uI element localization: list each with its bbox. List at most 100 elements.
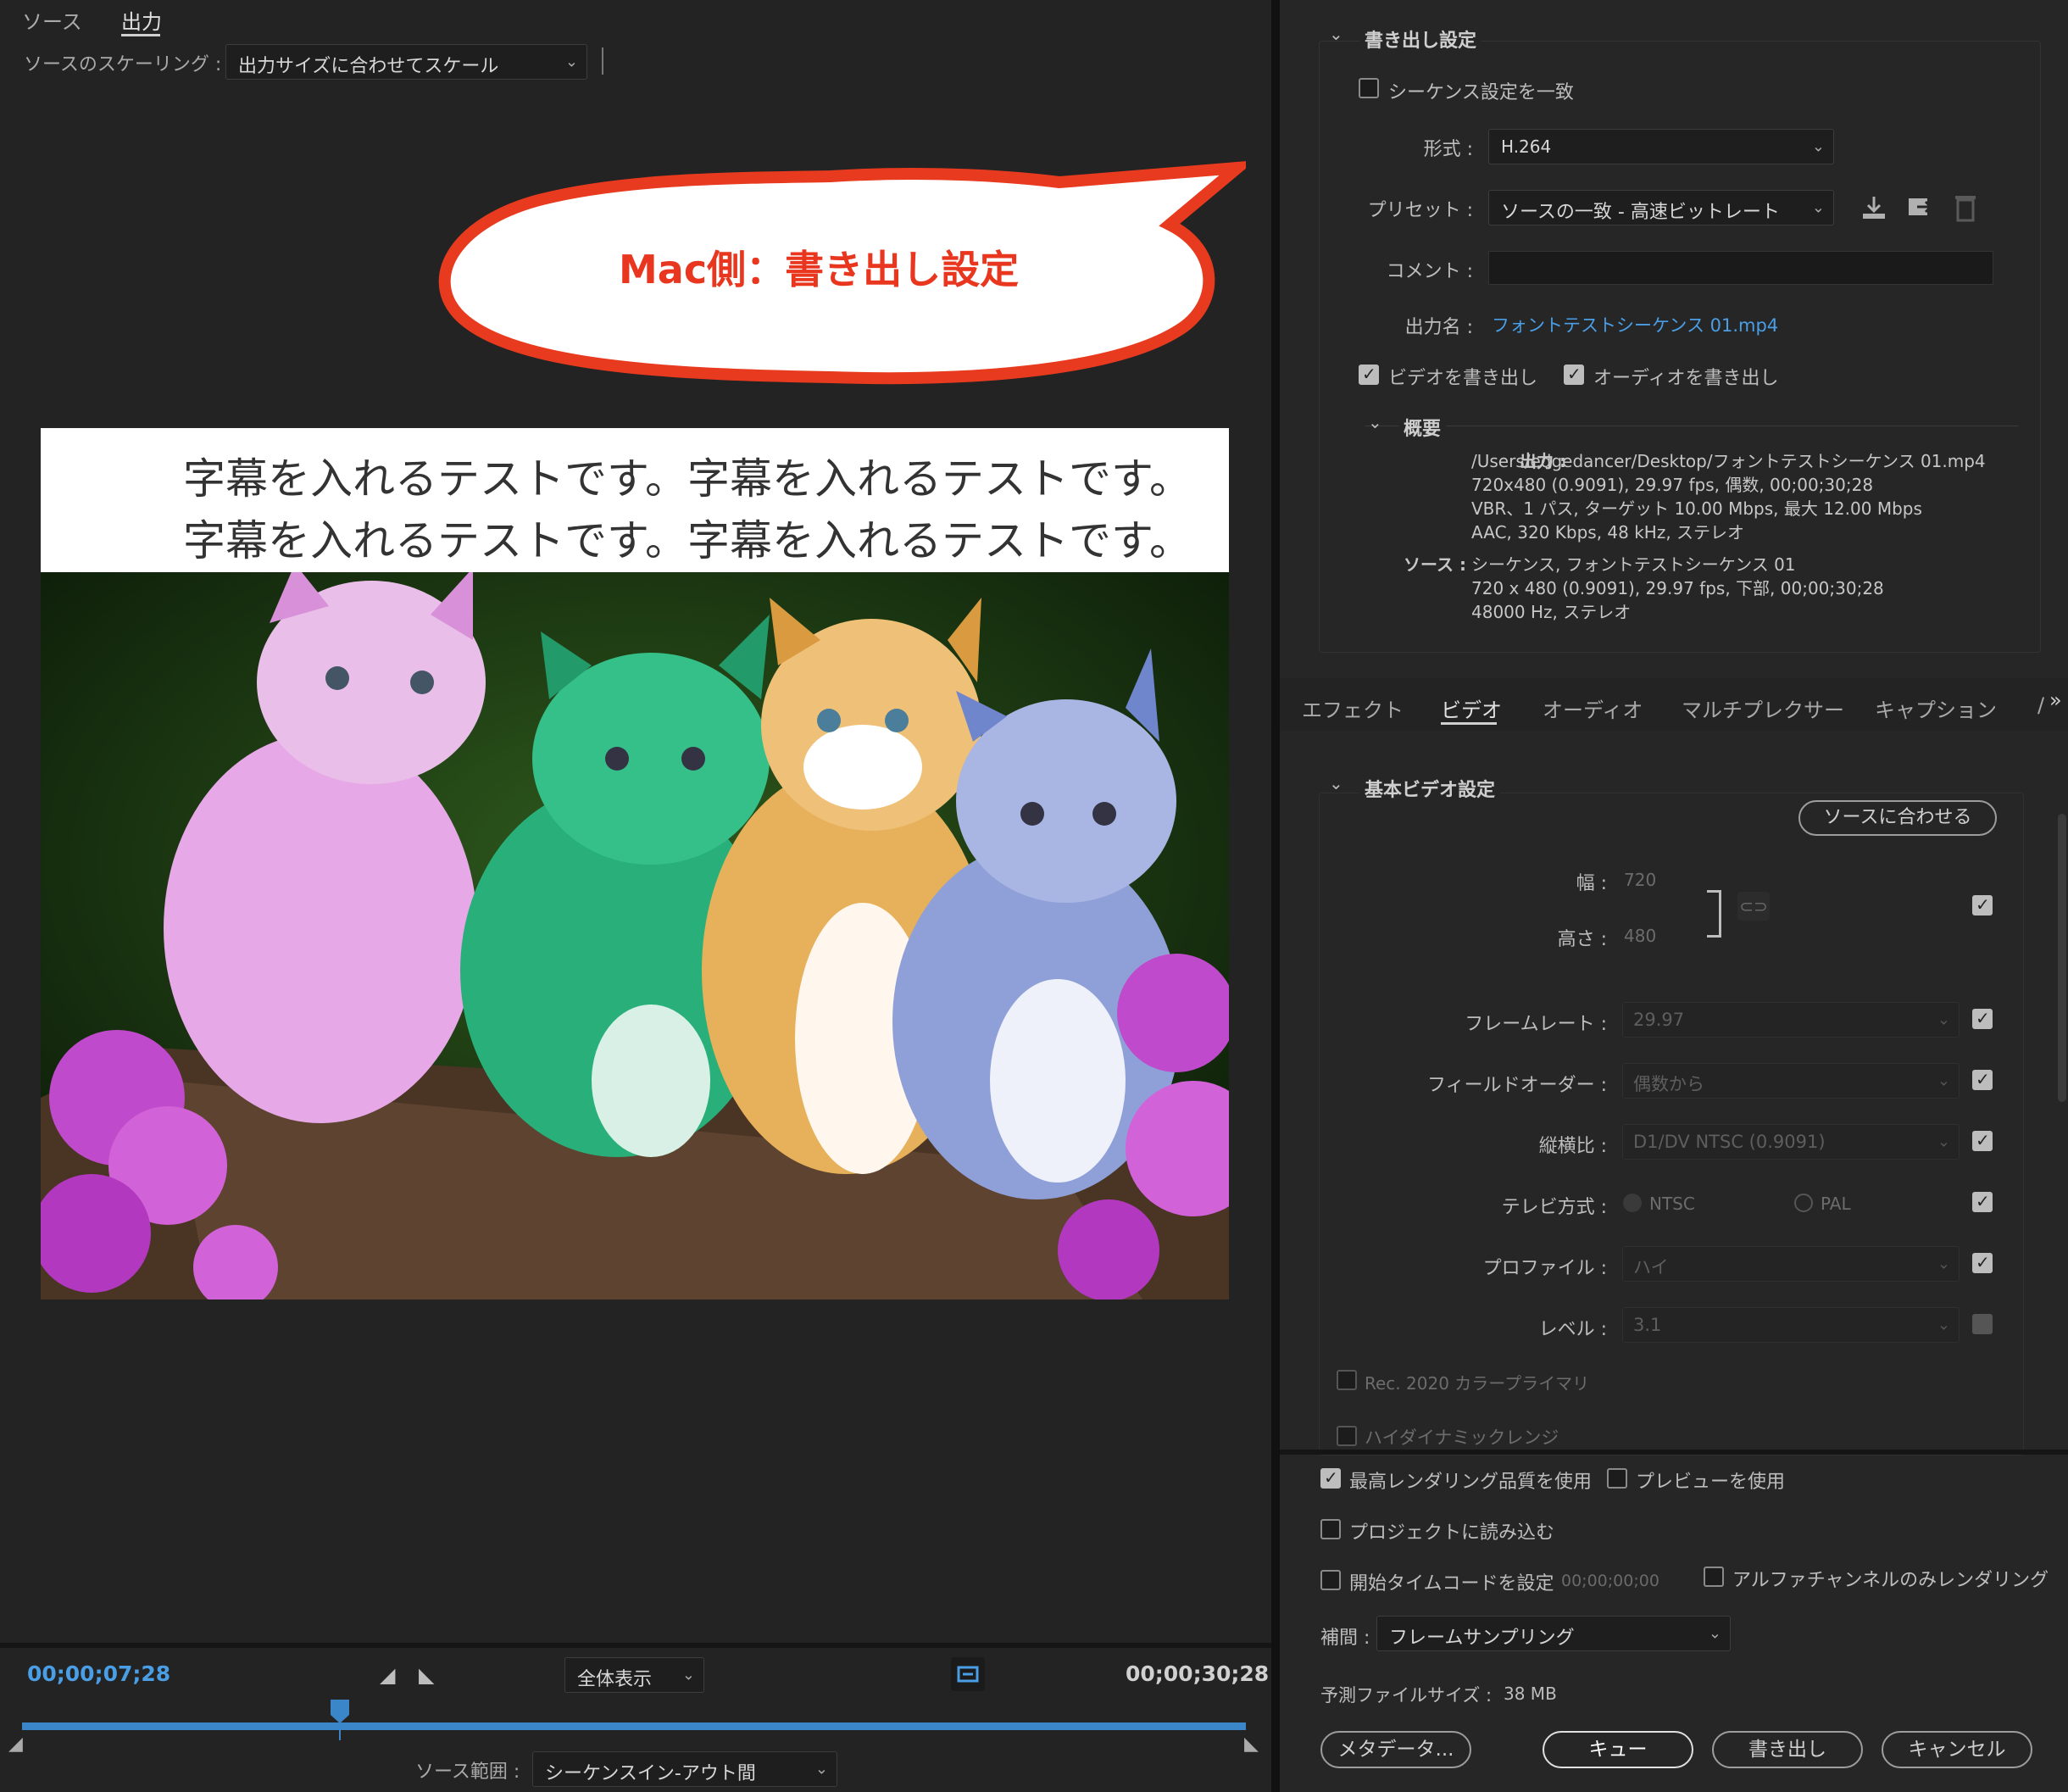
tab-effects[interactable]: エフェクト (1302, 693, 1404, 723)
link-icon[interactable]: ⊂⊃ (1737, 892, 1770, 921)
comment-input[interactable] (1488, 251, 1993, 285)
preset-dropdown[interactable]: ソースの一致 - 高速ビットレート ⌄ (1488, 190, 1834, 225)
start-timecode-checkbox[interactable] (1320, 1570, 1341, 1590)
import-project-label: プロジェクトに読み込む (1349, 1522, 1555, 1544)
aspect-dropdown[interactable]: D1/DV NTSC (0.9091) ⌄ (1622, 1124, 1960, 1160)
save-preset-icon[interactable] (1860, 193, 1888, 225)
pane-divider[interactable] (1271, 0, 1280, 1792)
height-value[interactable]: 480 (1624, 926, 1656, 946)
aspect-label: 縦横比 : (1538, 1136, 1607, 1157)
chevron-down-icon[interactable]: ⌄ (1368, 412, 1382, 432)
export-audio-checkbox[interactable] (1564, 364, 1584, 385)
playhead[interactable] (331, 1700, 350, 1744)
format-dropdown[interactable]: H.264 ⌄ (1488, 129, 1834, 164)
use-preview-label: プレビューを使用 (1636, 1472, 1786, 1493)
field-order-value: 偶数から (1633, 1074, 1704, 1094)
fit-button[interactable] (951, 1657, 985, 1691)
profile-dropdown[interactable]: ハイ ⌄ (1622, 1246, 1960, 1282)
summary-source-line-1: シーケンス, フォントテストシーケンス 01 (1471, 554, 1796, 575)
match-sequence-label: シーケンス設定を一致 (1388, 82, 1574, 103)
import-project-checkbox[interactable] (1320, 1519, 1341, 1539)
chevron-down-icon: ⌄ (1937, 1133, 1950, 1151)
use-preview-checkbox[interactable] (1607, 1468, 1627, 1489)
scaling-dropdown[interactable]: 出力サイズに合わせてスケール ⌄ (225, 44, 587, 80)
tab-source[interactable]: ソース (22, 5, 82, 35)
pal-radio[interactable] (1794, 1194, 1813, 1212)
current-timecode[interactable]: 00;00;07;28 (27, 1661, 170, 1686)
framerate-dropdown[interactable]: 29.97 ⌄ (1622, 1002, 1960, 1038)
level-label: レベル : (1538, 1319, 1607, 1340)
fit-frame-icon (957, 1666, 979, 1683)
file-size-value: 38 MB (1504, 1683, 1557, 1704)
interpolation-dropdown[interactable]: フレームサンプリング ⌄ (1376, 1616, 1731, 1651)
ntsc-radio[interactable] (1623, 1194, 1642, 1212)
field-order-dropdown[interactable]: 偶数から ⌄ (1622, 1063, 1960, 1099)
range-in-handle-icon[interactable]: ◢ (8, 1734, 23, 1755)
match-sequence-checkbox[interactable] (1359, 78, 1379, 98)
tab-overflow[interactable]: / (2037, 693, 2044, 717)
max-quality-checkbox[interactable] (1320, 1467, 1341, 1489)
export-video-checkbox[interactable] (1359, 364, 1379, 385)
chevron-down-icon[interactable]: ⌄ (1329, 773, 1343, 793)
match-source-button[interactable]: ソースに合わせる (1798, 800, 1997, 836)
output-name-link[interactable]: フォントテストシーケンス 01.mp4 (1492, 312, 1778, 337)
level-value: 3.1 (1633, 1315, 1662, 1335)
scaling-label: ソースのスケーリング : (24, 54, 222, 75)
chevron-down-icon: ⌄ (1811, 137, 1825, 156)
scaling-value: 出力サイズに合わせてスケール (238, 56, 499, 77)
source-range-dropdown[interactable]: シーケンスイン-アウト間 ⌄ (532, 1751, 837, 1787)
mark-in-icon[interactable]: ◢ (380, 1663, 395, 1687)
mark-out-icon[interactable]: ◣ (419, 1663, 434, 1687)
queue-button[interactable]: キュー (1543, 1731, 1693, 1768)
scrollbar-thumb[interactable] (2058, 814, 2066, 1102)
chevron-down-icon[interactable]: ⌄ (1329, 24, 1343, 44)
chevron-down-icon: ⌄ (1937, 1316, 1950, 1334)
subtitle-line-1: 字幕を入れるテストです。字幕を入れるテストです。 (183, 454, 1192, 504)
level-dropdown[interactable]: 3.1 ⌄ (1622, 1307, 1960, 1343)
delete-preset-icon[interactable] (1953, 193, 1978, 225)
zoom-dropdown[interactable]: 全体表示 ⌄ (564, 1657, 704, 1693)
interpolation-label: 補間 : (1320, 1628, 1370, 1649)
metadata-button[interactable]: メタデータ... (1320, 1731, 1471, 1768)
tab-output[interactable]: 出力 (121, 5, 162, 35)
profile-label: プロファイル : (1482, 1258, 1607, 1279)
tab-multiplexer[interactable]: マルチプレクサー (1682, 693, 1844, 723)
width-value[interactable]: 720 (1624, 870, 1656, 890)
hdr-checkbox[interactable] (1337, 1426, 1357, 1446)
start-timecode-label: 開始タイムコードを設定 (1349, 1573, 1554, 1594)
callout-text: Mac側：書き出し設定 (619, 247, 1020, 292)
summary-title: 概要 (1398, 414, 1447, 441)
size-match-checkbox[interactable] (1972, 894, 1993, 915)
framerate-match-checkbox[interactable] (1972, 1008, 1993, 1029)
tab-audio[interactable]: オーディオ (1543, 693, 1643, 723)
tv-standard-match-checkbox[interactable] (1972, 1191, 1993, 1212)
import-preset-icon[interactable] (1905, 193, 1934, 225)
chevron-down-icon: ⌄ (1811, 198, 1825, 217)
chevron-down-icon: ⌄ (1937, 1255, 1950, 1273)
tab-captions[interactable]: キャプション (1875, 693, 1997, 723)
tab-video[interactable]: ビデオ (1441, 693, 1502, 723)
framerate-label: フレームレート : (1465, 1014, 1607, 1035)
range-out-handle-icon[interactable]: ◣ (1244, 1734, 1259, 1755)
chevron-down-icon: ⌄ (564, 53, 578, 71)
field-order-match-checkbox[interactable] (1972, 1069, 1993, 1090)
alpha-only-checkbox[interactable] (1704, 1567, 1724, 1587)
alpha-only-label: アルファチャンネルのみレンダリング (1732, 1570, 2049, 1591)
chevron-down-icon: ⌄ (681, 1666, 695, 1684)
more-tabs-icon[interactable]: » (2049, 688, 2062, 712)
aspect-match-checkbox[interactable] (1972, 1130, 1993, 1151)
format-label: 形式 : (1423, 139, 1473, 160)
start-timecode-value[interactable]: 00;00;00;00 (1561, 1572, 1659, 1590)
chevron-down-icon: ⌄ (1937, 1071, 1950, 1090)
profile-match-checkbox[interactable] (1972, 1252, 1993, 1273)
cancel-button[interactable]: キャンセル (1882, 1731, 2032, 1768)
timeline-bar[interactable] (22, 1722, 1246, 1730)
rec2020-checkbox[interactable] (1337, 1370, 1357, 1390)
video-preview: 字幕を入れるテストです。字幕を入れるテストです。 字幕を入れるテストです。字幕を… (41, 428, 1229, 1299)
zoom-value: 全体表示 (577, 1669, 653, 1690)
export-button[interactable]: 書き出し (1712, 1731, 1863, 1768)
level-match-checkbox[interactable] (1972, 1314, 1993, 1334)
tab-underline (1441, 722, 1497, 725)
export-settings-title: 書き出し設定 (1359, 25, 1482, 53)
preset-value: ソースの一致 - 高速ビットレート (1501, 202, 1780, 223)
